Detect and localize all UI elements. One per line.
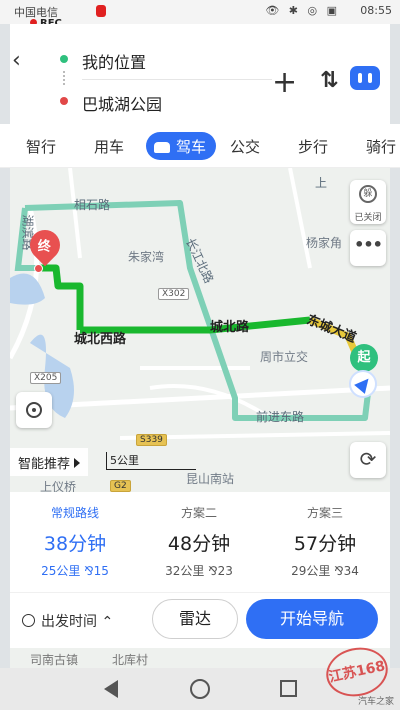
recents-square-icon[interactable] [280,680,297,697]
departure-time-button[interactable]: 出发时间 ⌃ [22,611,113,631]
origin-dot-icon [60,55,68,63]
voice-assistant-button[interactable] [350,66,380,90]
traffic-status-label: 已关闭 [354,213,382,223]
tab-ride-hailing[interactable]: 用车 [94,136,124,157]
assistant-eye-icon [368,73,372,83]
route-option-3[interactable]: 方案三 57分钟 29公里 ⅋34 [262,504,388,579]
tab-driving[interactable]: 驾车 [146,132,217,160]
route-name: 常规路线 [50,506,99,520]
clock-time: 08:55 [360,4,392,17]
current-location-arrow-icon [349,370,377,398]
map-place-label: 上仪桥 [40,480,77,492]
map-place-label: 司南古镇 [30,653,79,667]
smart-recommend-label: 智能推荐 [18,457,71,472]
route-road-label: 城北西路 [74,332,127,347]
action-bar: 出发时间 ⌃ 雷达 开始导航 [10,592,390,648]
traffic-layer-button[interactable]: 躲 已关闭 [350,180,386,224]
map-place-label: 北库村 [112,653,149,667]
route-name: 方案三 [306,506,343,520]
origin-marker[interactable]: 起 [350,344,378,372]
highway-shield: X205 [30,372,62,384]
map-scale-bar: 5公里 [106,452,196,470]
play-triangle-icon [74,458,81,468]
highway-shield: G2 [110,480,131,492]
status-icons: 👁 ✱ ◎ ▣ [265,4,340,17]
destination-field[interactable]: 巴城湖公园 [50,82,270,118]
tab-smart[interactable]: 智行 [26,136,56,157]
site-watermark: 汽车之家 [357,697,394,707]
more-options-button[interactable]: ••• [350,230,386,266]
back-arrow-icon[interactable]: ‹ [12,48,21,73]
status-bar: 中国电信 REC 👁 ✱ ◎ ▣ 08:55 [0,0,400,29]
traffic-icon: 躲 [359,185,377,203]
route-options-panel: 常规路线 38分钟 25公里 ⅋15 方案二 48分钟 32公里 ⅋23 方案三… [10,492,390,592]
highway-shield: S339 [136,434,167,446]
assistant-eye-icon [358,73,362,83]
origin-field[interactable]: 我的位置 [50,40,270,76]
destination-point-icon [34,264,43,273]
route-meta: 29公里 ⅋34 [291,564,359,578]
tab-walking[interactable]: 步行 [298,136,328,157]
locate-me-button[interactable] [16,392,52,428]
tab-cycling[interactable]: 骑行 [366,136,396,157]
map-place-label: 杨家角 [306,236,343,250]
map-place-label: 朱家湾 [128,250,165,264]
route-meta: 25公里 ⅋15 [41,564,109,578]
destination-dot-icon [60,97,68,105]
back-triangle-icon[interactable] [104,680,118,698]
route-road-label: 城北路 [210,320,250,335]
route-duration: 48分钟 [167,533,231,555]
smart-recommend-toggle[interactable]: 智能推荐 [10,448,89,476]
route-search-card: ‹ 我的位置 巴城湖公园 + ⇅ [10,24,390,124]
car-icon [154,142,170,153]
route-name: 方案二 [180,506,217,520]
map-road-label: 上 [315,176,328,190]
radar-button[interactable]: 雷达 [152,599,238,639]
route-duration: 57分钟 [293,533,357,555]
route-option-2[interactable]: 方案二 48分钟 32公里 ⅋23 [136,504,262,579]
route-meta: 32公里 ⅋23 [165,564,233,578]
clock-icon [22,614,35,627]
map-view[interactable]: 朱家湾 杨家角 周市立交 昆山南站 相石路 长江北路 前进东路 湖滨路 上 城北… [10,168,390,492]
refresh-route-button[interactable]: ⟳ [350,442,386,478]
tab-driving-label: 驾车 [176,138,207,156]
start-navigation-button[interactable]: 开始导航 [246,599,378,639]
route-duration: 38分钟 [43,533,107,555]
swap-route-button[interactable]: ⇅ [320,68,338,93]
mic-icon [96,5,106,17]
tab-transit[interactable]: 公交 [230,136,260,157]
highway-shield: X302 [158,288,190,300]
destination-marker-label: 终 [37,239,51,255]
origin-text: 我的位置 [82,53,147,72]
destination-text: 巴城湖公园 [82,95,163,114]
add-waypoint-button[interactable]: + [272,68,297,98]
map-place-label: 周市立交 [260,350,309,364]
map-road-label: 前进东路 [256,410,305,424]
route-option-default[interactable]: 常规路线 38分钟 25公里 ⅋15 [12,504,138,579]
field-divider [82,79,272,80]
home-circle-icon[interactable] [190,679,210,699]
map-road-label: 相石路 [74,198,111,212]
travel-mode-tabs: 智行 用车 驾车 公交 步行 骑行 [0,124,400,168]
departure-time-label: 出发时间 ⌃ [41,614,114,630]
map-place-label: 昆山南站 [186,472,235,486]
